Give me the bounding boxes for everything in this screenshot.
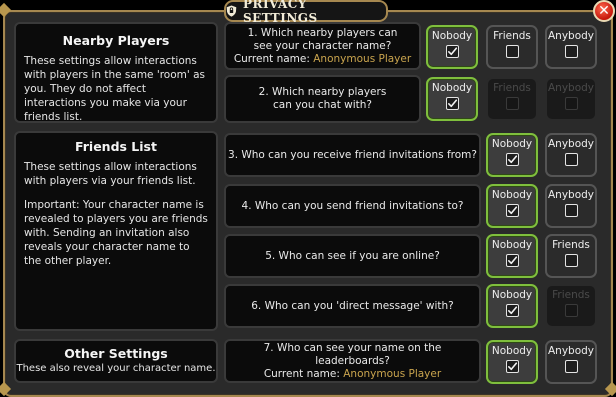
question-5-panel: 5. Who can see if you are online? (224, 234, 481, 278)
option-checkbox[interactable] (505, 204, 519, 217)
window-title-bar: PRIVACY SETTINGS (224, 0, 388, 25)
option-checkbox[interactable] (564, 360, 578, 373)
current-name-value: Anonymous Player (343, 367, 442, 380)
q3-option-anybody[interactable]: Anybody (545, 133, 597, 177)
checkmark-icon (447, 99, 457, 108)
question-6-text: 6. Who can you 'direct message' with? (251, 299, 454, 312)
q2-option-anybody: Anybody (545, 77, 597, 121)
nearby-players-title: Nearby Players (62, 33, 170, 48)
shield-lock-icon (226, 5, 237, 17)
option-label: Nobody (491, 189, 533, 201)
question-1-panel: 1. Which nearby players can see your cha… (224, 22, 421, 70)
question-2-panel: 2. Which nearby players can you chat wit… (224, 75, 421, 123)
option-label: Anybody (547, 189, 595, 201)
option-label: Nobody (491, 289, 533, 301)
checkmark-icon (507, 206, 517, 215)
option-label: Anybody (547, 345, 595, 357)
option-label: Friends (493, 30, 531, 42)
q5-option-nobody[interactable]: Nobody (486, 234, 538, 278)
option-checkbox[interactable] (445, 45, 459, 58)
option-checkbox[interactable] (505, 153, 519, 166)
question-2-line-1: 2. Which nearby players (258, 86, 387, 98)
option-label: Anybody (547, 30, 595, 42)
other-settings-panel: Other Settings These also reveal your ch… (14, 339, 218, 383)
question-3-panel: 3. Who can you receive friend invitation… (224, 133, 481, 177)
friends-list-important-note: Important: Your character name is reveal… (24, 199, 208, 267)
option-checkbox (505, 97, 519, 110)
option-checkbox (564, 97, 578, 110)
q2-option-friends: Friends (486, 77, 538, 121)
friends-list-panel: Friends List These settings allow intera… (14, 131, 218, 331)
q1-option-nobody[interactable]: Nobody (426, 25, 478, 69)
option-checkbox (564, 304, 578, 317)
q3-option-nobody[interactable]: Nobody (486, 133, 538, 177)
option-checkbox[interactable] (505, 45, 519, 58)
question-7-text: 7. Who can see your name on the leaderbo… (263, 341, 442, 367)
close-button[interactable]: ✕ (593, 0, 615, 22)
friends-list-title: Friends List (75, 139, 157, 154)
option-checkbox[interactable] (505, 360, 519, 373)
option-checkbox[interactable] (445, 97, 459, 110)
question-2-line-2: can you chat with? (273, 99, 372, 111)
q6-option-friends: Friends (545, 284, 597, 328)
close-icon: ✕ (598, 3, 610, 19)
current-name-label: Current name: (233, 52, 310, 65)
question-5-text: 5. Who can see if you are online? (265, 249, 440, 262)
option-label: Nobody (491, 239, 533, 251)
checkmark-icon (507, 256, 517, 265)
option-checkbox[interactable] (564, 45, 578, 58)
friends-list-description: These settings allow interactions with p… (24, 161, 197, 187)
checkmark-icon (507, 362, 517, 371)
option-checkbox[interactable] (505, 304, 519, 317)
option-label: Friends (552, 239, 590, 251)
q4-option-anybody[interactable]: Anybody (545, 184, 597, 228)
checkmark-icon (447, 47, 457, 56)
option-label: Anybody (547, 82, 595, 94)
option-label: Friends (493, 82, 531, 94)
other-settings-title: Other Settings (64, 346, 168, 361)
option-label: Nobody (491, 138, 533, 150)
q2-option-nobody[interactable]: Nobody (426, 77, 478, 121)
option-label: Anybody (547, 138, 595, 150)
nearby-players-panel: Nearby Players These settings allow inte… (14, 22, 218, 123)
option-checkbox[interactable] (564, 153, 578, 166)
other-settings-description: These also reveal your character name. (16, 363, 216, 374)
current-name-label: Current name: (263, 367, 340, 380)
question-7-panel: 7. Who can see your name on the leaderbo… (224, 339, 481, 383)
q1-option-friends[interactable]: Friends (486, 25, 538, 69)
question-3-text: 3. Who can you receive friend invitation… (228, 148, 477, 161)
question-6-panel: 6. Who can you 'direct message' with? (224, 284, 481, 328)
option-label: Nobody (431, 30, 473, 42)
q4-option-nobody[interactable]: Nobody (486, 184, 538, 228)
q7-option-anybody[interactable]: Anybody (545, 340, 597, 384)
option-checkbox[interactable] (564, 254, 578, 267)
option-label: Friends (552, 289, 590, 301)
q6-option-nobody[interactable]: Nobody (486, 284, 538, 328)
q1-option-anybody[interactable]: Anybody (545, 25, 597, 69)
option-label: Nobody (491, 345, 533, 357)
question-7-current-name: Current name: Anonymous Player (264, 368, 441, 381)
q7-option-nobody[interactable]: Nobody (486, 340, 538, 384)
current-name-value: Anonymous Player (313, 52, 412, 65)
q5-option-friends[interactable]: Friends (545, 234, 597, 278)
checkmark-icon (507, 306, 517, 315)
question-4-text: 4. Who can you send friend invitations t… (241, 199, 464, 212)
option-checkbox[interactable] (564, 204, 578, 217)
checkmark-icon (507, 155, 517, 164)
option-label: Nobody (431, 82, 473, 94)
question-4-panel: 4. Who can you send friend invitations t… (224, 184, 481, 228)
question-1-text: 1. Which nearby players can see your cha… (247, 26, 398, 52)
nearby-players-description: These settings allow interactions with p… (24, 55, 206, 123)
question-1-current-name: Current name: Anonymous Player (234, 53, 411, 66)
option-checkbox[interactable] (505, 254, 519, 267)
